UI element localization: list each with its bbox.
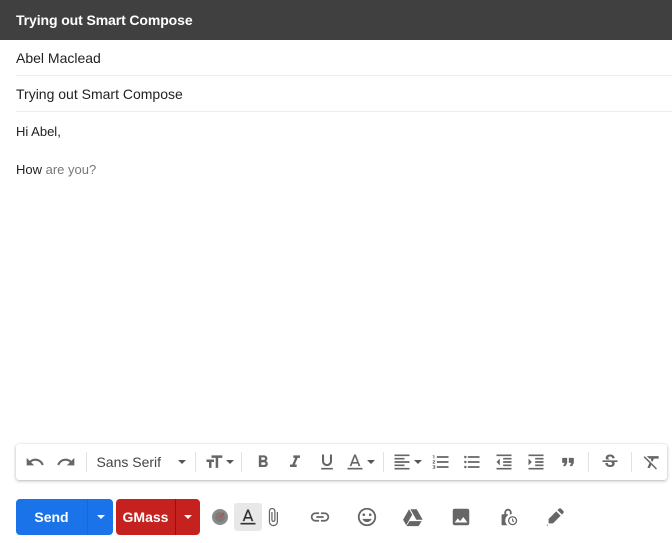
undo-button[interactable] (20, 448, 50, 476)
text-size-icon (206, 455, 222, 468)
bold-icon (259, 455, 268, 467)
formatting-options-icon (240, 509, 256, 525)
emoji-icon (357, 507, 377, 527)
indent-less-icon (496, 454, 512, 470)
font-family-value: Sans Serif (96, 454, 162, 470)
gmass-settings-icon (212, 509, 228, 525)
chevron-down-icon (225, 460, 234, 464)
text-color-icon (347, 454, 363, 470)
body-greeting: Hi Abel, (16, 124, 61, 139)
subject-field[interactable]: Trying out Smart Compose (16, 76, 672, 112)
gmass-settings-button[interactable] (206, 503, 234, 531)
insert-signature-button[interactable] (541, 503, 569, 531)
numbered-list-icon (432, 455, 449, 469)
underline-button[interactable] (311, 448, 343, 476)
insert-photo-button[interactable] (447, 503, 475, 531)
toolbar-divider (194, 452, 196, 472)
toolbar-divider (631, 452, 633, 472)
body-line: How are you? (16, 160, 96, 179)
compose-title: Trying out Smart Compose (0, 0, 672, 40)
insert-emoji-button[interactable] (353, 503, 381, 531)
chevron-down-icon (177, 460, 186, 464)
formatting-toolbar: Sans Serif (16, 444, 667, 480)
bold-button[interactable] (247, 448, 279, 476)
chevron-down-icon (96, 515, 105, 519)
italic-icon (289, 455, 300, 467)
bulleted-list-icon (464, 455, 480, 469)
insert-link-button[interactable] (306, 503, 334, 531)
drive-icon (403, 509, 423, 527)
quote-icon (561, 457, 574, 467)
text-color-button[interactable] (343, 448, 379, 476)
photo-icon (452, 508, 470, 526)
to-field[interactable]: Abel Maclead (16, 40, 672, 76)
attach-button[interactable] (259, 503, 287, 531)
smart-compose-suggestion[interactable]: are you? (42, 162, 97, 177)
insert-drive-button[interactable] (399, 503, 427, 531)
align-icon (394, 454, 410, 470)
numbered-list-button[interactable] (425, 448, 457, 476)
gmass-options-button[interactable] (175, 499, 200, 535)
chevron-down-icon (184, 515, 192, 519)
chevron-down-icon (414, 460, 423, 464)
confidential-mode-button[interactable] (494, 503, 522, 531)
strikethrough-icon (602, 454, 618, 468)
remove-formatting-button[interactable] (637, 448, 667, 476)
message-body[interactable]: Hi Abel, How are you? (16, 122, 96, 179)
signature-icon (546, 508, 564, 526)
formatting-options-button[interactable] (234, 503, 262, 531)
indent-more-icon (528, 454, 544, 470)
font-family-select[interactable]: Sans Serif (92, 448, 189, 476)
toolbar-divider (86, 452, 88, 472)
italic-button[interactable] (279, 448, 311, 476)
indent-less-button[interactable] (488, 448, 520, 476)
confidential-mode-icon (501, 508, 518, 526)
toolbar-divider (588, 452, 590, 472)
gmass-label: GMass (122, 509, 169, 525)
send-button[interactable]: Send (16, 499, 113, 535)
font-size-button[interactable] (201, 448, 237, 476)
redo-button[interactable] (50, 448, 82, 476)
undo-icon (26, 457, 44, 466)
toolbar-divider (241, 452, 243, 472)
attach-icon (268, 507, 278, 527)
underline-icon (320, 454, 333, 470)
send-options-button[interactable] (87, 499, 113, 535)
quote-button[interactable] (552, 448, 584, 476)
toolbar-divider (383, 452, 385, 472)
send-label: Send (34, 509, 69, 525)
align-button[interactable] (389, 448, 425, 476)
bulleted-list-button[interactable] (457, 448, 489, 476)
gmass-button[interactable]: GMass (116, 499, 200, 535)
remove-formatting-icon (643, 456, 659, 470)
link-icon (310, 512, 330, 522)
indent-more-button[interactable] (520, 448, 552, 476)
chevron-down-icon (367, 460, 376, 464)
typed-text: How (16, 162, 43, 177)
redo-icon (56, 457, 74, 466)
compose-actions: Send GMass (16, 499, 200, 535)
strikethrough-button[interactable] (594, 448, 626, 476)
